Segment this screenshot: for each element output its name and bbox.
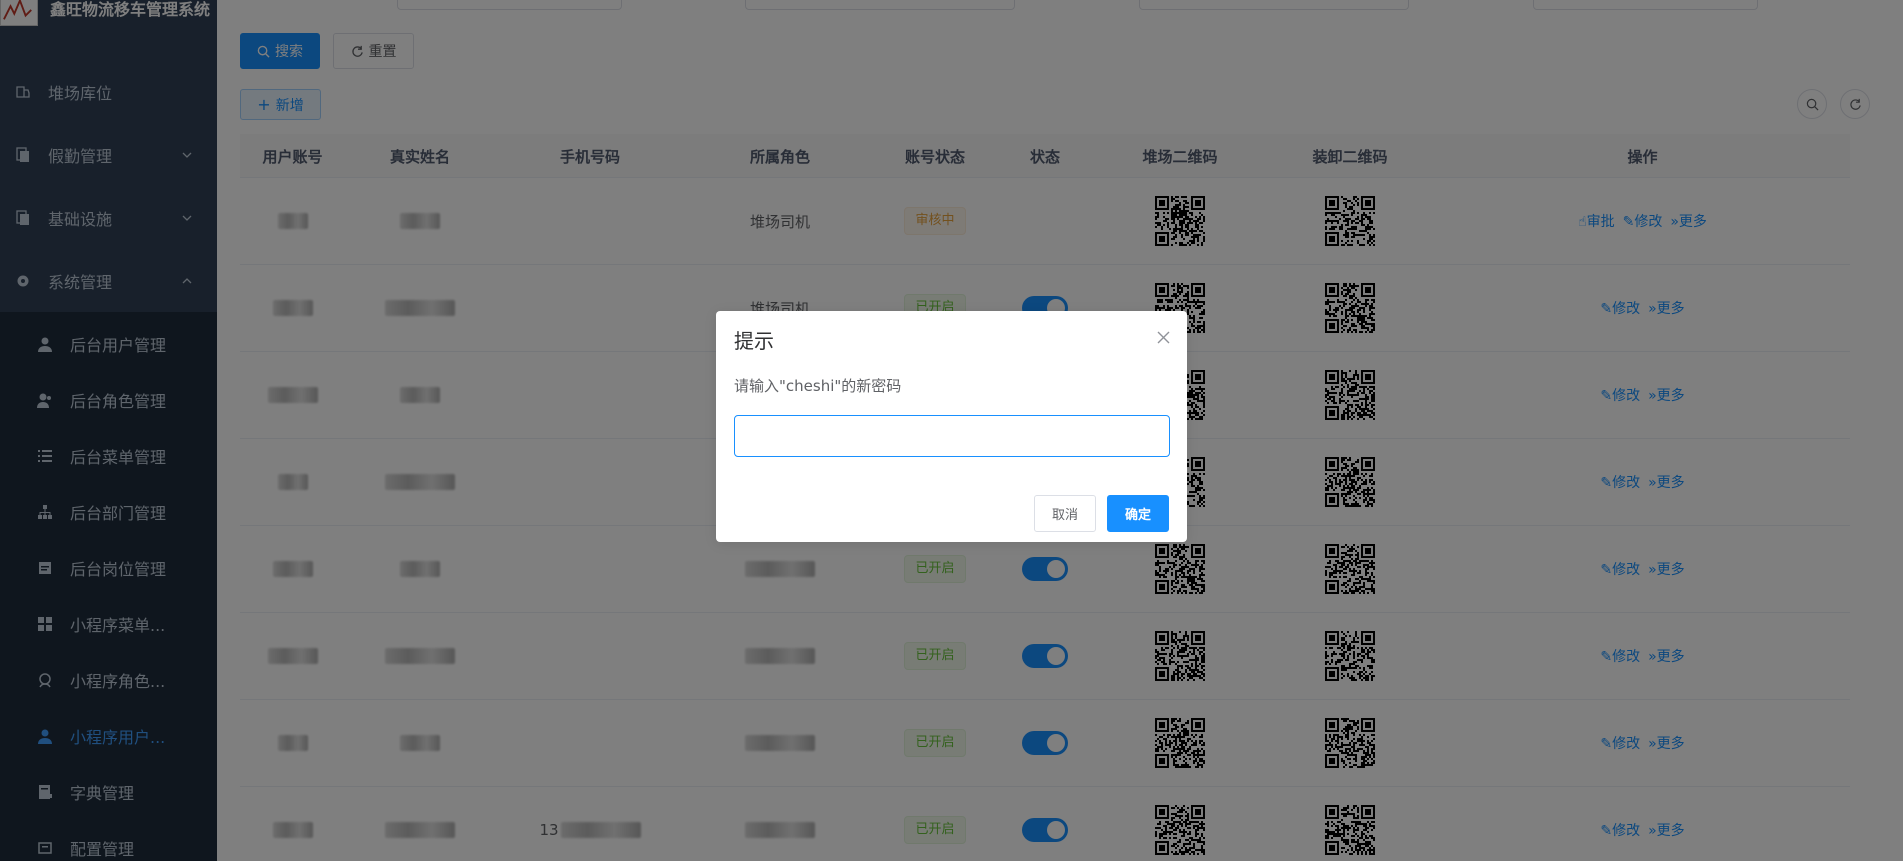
new-password-input[interactable] [734, 415, 1170, 457]
close-icon[interactable] [1155, 329, 1171, 345]
dialog-message: 请输入"cheshi"的新密码 [734, 377, 902, 395]
dialog-title: 提示 [734, 329, 774, 353]
cancel-button[interactable]: 取消 [1034, 495, 1096, 532]
confirm-button[interactable]: 确定 [1107, 495, 1169, 532]
prompt-dialog: 提示 请输入"cheshi"的新密码 取消 确定 [716, 311, 1187, 542]
